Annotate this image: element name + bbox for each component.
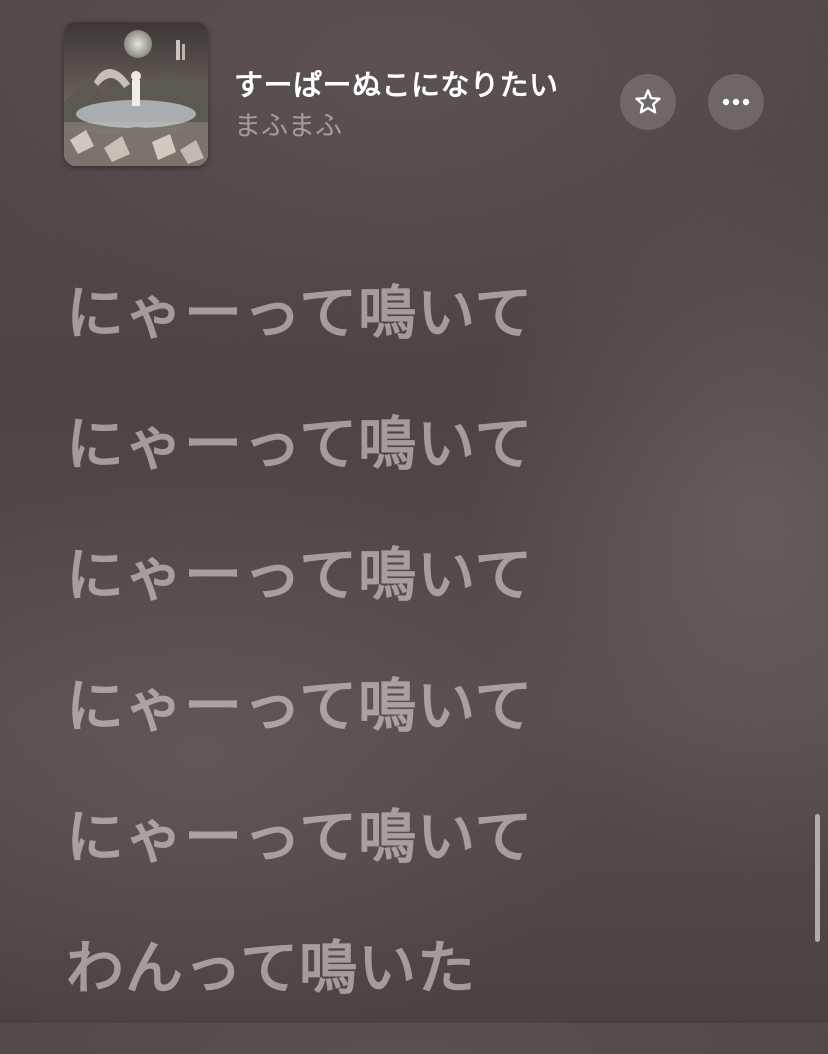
lyric-line[interactable]: にゃーって鳴いて	[66, 399, 766, 530]
ellipsis-icon	[722, 98, 750, 106]
lyric-line[interactable]: にゃーって鳴いて	[66, 792, 766, 923]
lyrics-view[interactable]: にゃーって鳴いて にゃーって鳴いて にゃーって鳴いて にゃーって鳴いて にゃーっ…	[66, 268, 766, 1054]
lyric-line[interactable]: にゃーって鳴いて	[66, 661, 766, 792]
now-playing-header: すーぱーぬこになりたい まふまふ	[0, 0, 828, 190]
favorite-button[interactable]	[620, 74, 676, 130]
album-artwork[interactable]	[64, 22, 208, 166]
scroll-indicator[interactable]	[815, 814, 820, 942]
lyric-line[interactable]: にゃーって鳴いて	[66, 530, 766, 661]
lyric-line[interactable]: わんって鳴いた	[66, 923, 766, 1054]
more-options-button[interactable]	[708, 74, 764, 130]
star-outline-icon	[635, 89, 661, 114]
song-artist[interactable]: まふまふ	[234, 104, 342, 143]
artwork-image	[64, 22, 208, 166]
song-title[interactable]: すーぱーぬこになりたい	[234, 62, 559, 104]
lyric-line[interactable]: にゃーって鳴いて	[66, 268, 766, 399]
